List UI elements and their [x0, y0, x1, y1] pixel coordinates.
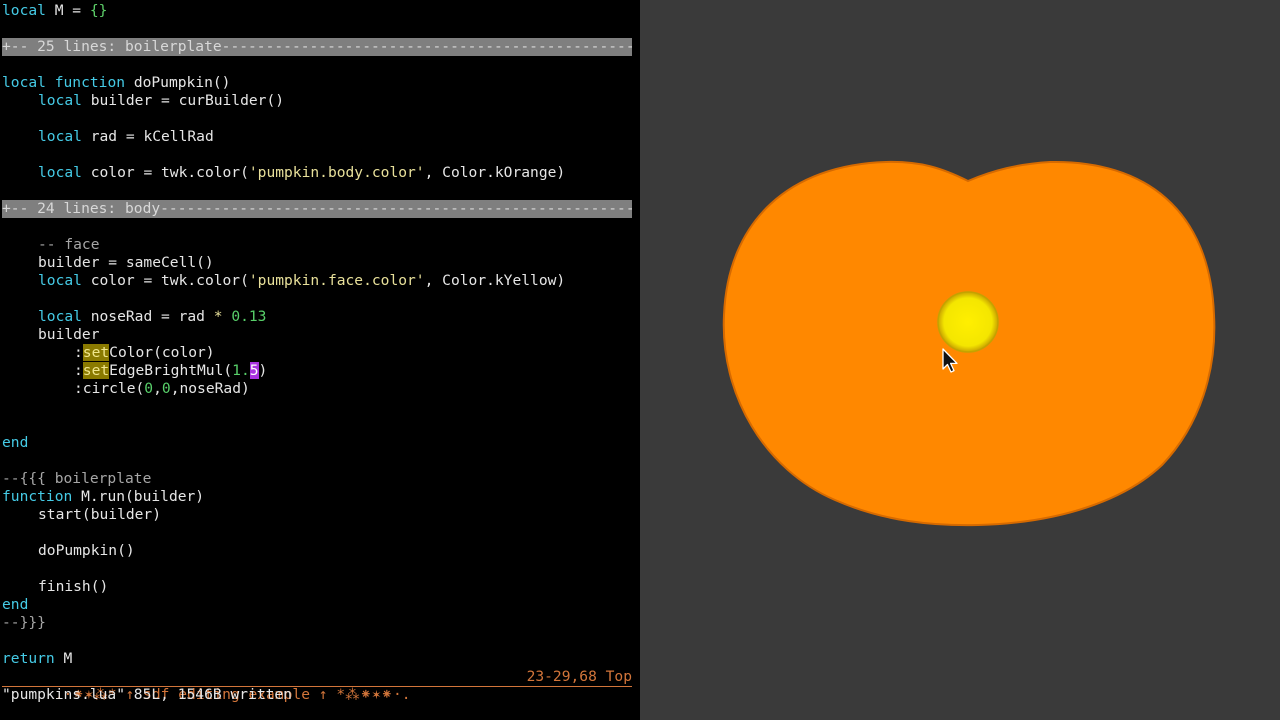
- code-line: local builder = curBuilder(): [38, 92, 284, 110]
- code-text: color = twk.color(: [81, 272, 249, 289]
- code-line: finish(): [38, 578, 109, 595]
- code-text: builder = curBuilder(): [81, 92, 285, 109]
- code-text: ): [258, 362, 268, 379]
- code-line: local function doPumpkin(): [2, 74, 230, 92]
- keyword: local: [38, 92, 82, 109]
- code-line: function M.run(builder): [2, 488, 204, 506]
- status-line: .·⁕✶⁂* ↑ sdf editing example ↑ *⁂⁕✶⁕·. 2…: [2, 668, 632, 703]
- code-text: M: [54, 650, 73, 667]
- code-text: Color(color): [109, 344, 215, 361]
- code-text: noseRad = rad: [81, 308, 214, 325]
- code-line: doPumpkin(): [38, 542, 135, 559]
- number-literal: 1.: [232, 362, 250, 379]
- fold-marker-body[interactable]: +-- 24 lines: body----------------------…: [2, 200, 632, 218]
- viewport-canvas: [722, 160, 1216, 527]
- code-text: :: [74, 344, 83, 361]
- keyword: local: [38, 128, 82, 145]
- code-text: :: [74, 362, 83, 379]
- code-text: , Color.kOrange): [424, 164, 566, 181]
- code-text: rad = kCellRad: [81, 128, 214, 145]
- code-line: :circle(0,0,noseRad): [74, 380, 250, 398]
- code-text: , Color.kYellow): [424, 272, 566, 289]
- code-line: return M: [2, 650, 72, 668]
- code-line: local rad = kCellRad: [38, 128, 214, 146]
- screen: local M = {} +-- 25 lines: boilerplate--…: [0, 0, 1280, 720]
- code-line: local color = twk.color('pumpkin.face.co…: [38, 272, 565, 290]
- keyword: return: [2, 650, 55, 667]
- number-literal: 0: [144, 380, 154, 397]
- code-line: start(builder): [38, 506, 162, 523]
- string-literal: 'pumpkin.face.color': [248, 272, 425, 289]
- keyword: local: [2, 2, 46, 19]
- keyword: local: [38, 164, 82, 181]
- code-text: ,: [153, 380, 162, 397]
- code-line: builder: [38, 326, 100, 343]
- code-text: {}: [89, 2, 108, 19]
- operator: *: [213, 308, 223, 325]
- render-viewport[interactable]: [640, 0, 1280, 720]
- keyword: function: [2, 488, 73, 505]
- cursor-position: 23-29,68 Top: [526, 668, 632, 685]
- code-line: :setEdgeBrightMul(1.5): [74, 362, 267, 380]
- number-literal: 0: [161, 380, 171, 397]
- string-literal: 'pumpkin.body.color': [248, 164, 425, 181]
- keyword: local: [2, 74, 46, 91]
- code-line: local color = twk.color('pumpkin.body.co…: [38, 164, 565, 182]
- command-line[interactable]: "pumpkins.lua" 85L, 1546B written: [2, 686, 292, 704]
- text-cursor[interactable]: 5: [249, 362, 259, 379]
- keyword: function: [54, 74, 126, 91]
- code-text: doPumpkin(): [125, 74, 231, 91]
- comment-line: --}}}: [2, 614, 46, 631]
- code-text: ,noseRad): [170, 380, 250, 397]
- code-line: :setColor(color): [74, 344, 215, 362]
- keyword: local: [38, 272, 82, 289]
- keyword: end: [2, 596, 29, 613]
- code-text: EdgeBrightMul(: [109, 362, 233, 379]
- code-text: M.run(builder): [72, 488, 205, 505]
- code-text: M =: [45, 2, 90, 19]
- code-text: :circle(: [74, 380, 145, 397]
- comment-line: --{{{ boilerplate: [2, 470, 152, 487]
- keyword: end: [2, 434, 29, 451]
- code-editor[interactable]: local M = {} +-- 25 lines: boilerplate--…: [0, 0, 640, 720]
- number-literal: 0.13: [231, 308, 267, 325]
- fold-marker-boilerplate[interactable]: +-- 25 lines: boilerplate---------------…: [2, 38, 632, 56]
- code-line: local M = {}: [2, 2, 107, 20]
- pumpkin-nose: [937, 291, 999, 353]
- keyword: local: [38, 308, 82, 325]
- comment-line: -- face: [38, 236, 100, 253]
- search-highlight: set: [82, 344, 110, 361]
- search-highlight: set: [82, 362, 110, 379]
- code-line: local noseRad = rad * 0.13: [38, 308, 266, 326]
- code-line: builder = sameCell(): [38, 254, 214, 271]
- code-text: color = twk.color(: [81, 164, 249, 181]
